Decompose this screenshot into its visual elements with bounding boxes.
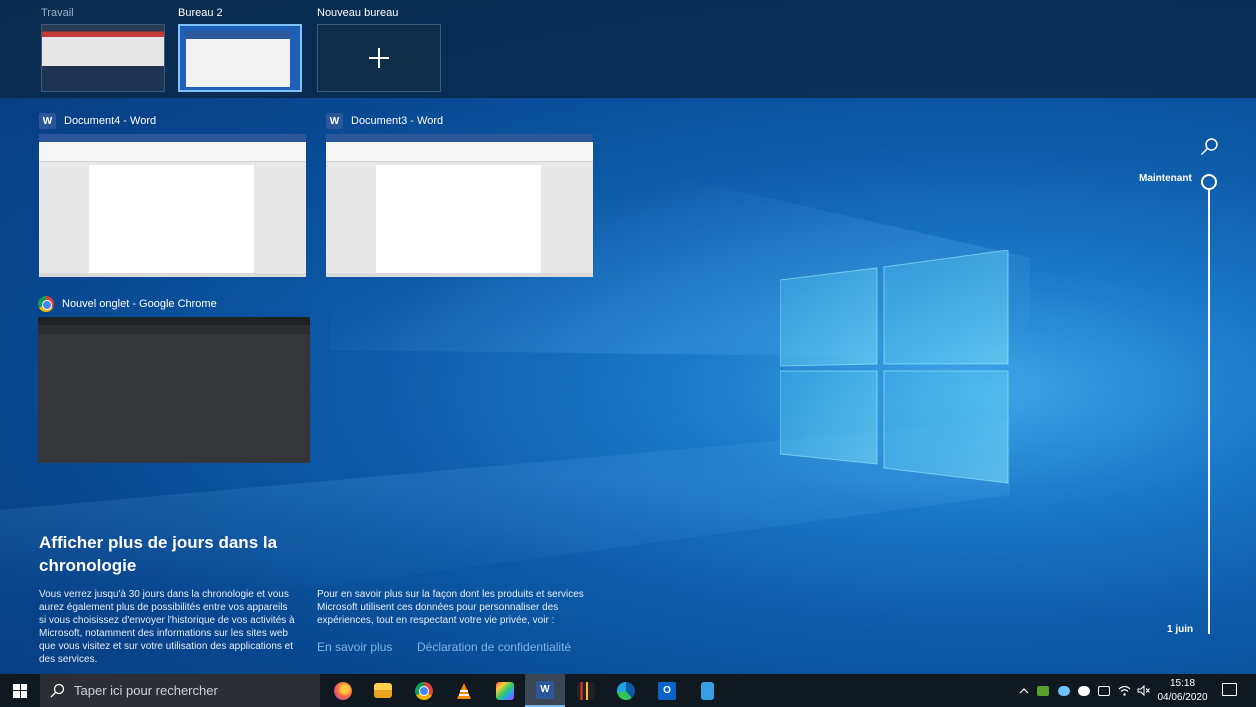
windows-logo-wallpaper bbox=[780, 250, 1009, 484]
photos-icon bbox=[496, 681, 514, 700]
search-icon[interactable] bbox=[1200, 137, 1219, 156]
window-thumbnail[interactable] bbox=[39, 134, 306, 277]
desktop-thumbnail[interactable] bbox=[41, 24, 165, 92]
window-title: Nouvel onglet - Google Chrome bbox=[62, 298, 217, 310]
taskbar-word[interactable]: W bbox=[525, 674, 565, 707]
taskbar-chrome[interactable] bbox=[404, 674, 444, 707]
promo-title: Afficher plus de jours dans la chronolog… bbox=[39, 533, 278, 575]
taskbar-firefox[interactable] bbox=[323, 674, 363, 707]
desktop-label: Travail bbox=[41, 7, 74, 19]
window-title: Document4 - Word bbox=[64, 115, 157, 127]
new-desktop-button[interactable] bbox=[317, 24, 441, 92]
timeline-now-label: Maintenant bbox=[1139, 173, 1192, 184]
chrome-icon bbox=[38, 296, 54, 312]
notification-center-icon[interactable] bbox=[1222, 683, 1237, 696]
tray-onedrive[interactable] bbox=[1075, 674, 1093, 707]
window-thumbnail[interactable] bbox=[38, 317, 310, 463]
windows-start-icon bbox=[13, 683, 27, 698]
word-icon: W bbox=[536, 680, 554, 699]
promo-description: Vous verrez jusqu'à 30 jours dans la chr… bbox=[39, 589, 295, 665]
taskbar-clock[interactable]: 15:18 04/06/2020 bbox=[1150, 677, 1215, 705]
taskbar-photos[interactable] bbox=[485, 674, 525, 707]
window-chrome[interactable]: Nouvel onglet - Google Chrome bbox=[38, 296, 310, 463]
window-title: Document3 - Word bbox=[351, 115, 444, 127]
start-button[interactable] bbox=[0, 674, 40, 707]
taskbar-edge[interactable] bbox=[606, 674, 646, 707]
chevron-up-icon bbox=[1019, 687, 1029, 693]
tray-app[interactable] bbox=[1034, 674, 1052, 707]
desktop-label: Bureau 2 bbox=[178, 7, 223, 19]
search-placeholder: Taper ici pour rechercher bbox=[74, 683, 218, 698]
taskbar-vlc[interactable] bbox=[444, 674, 484, 707]
taskbar-search-box[interactable]: Taper ici pour rechercher bbox=[40, 674, 320, 707]
new-desktop[interactable]: Nouveau bureau bbox=[317, 7, 441, 92]
desktop-travail[interactable]: Travail bbox=[41, 7, 165, 92]
taskbar-outlook[interactable]: O bbox=[647, 674, 687, 707]
virtual-desktops-bar: Travail Bureau 2 Nouveau bureau bbox=[0, 0, 1256, 98]
cloud-icon bbox=[1058, 685, 1070, 696]
show-hidden-icons-button[interactable] bbox=[1016, 674, 1032, 707]
vlc-icon bbox=[457, 682, 471, 699]
tray-network[interactable] bbox=[1115, 674, 1133, 707]
timeline-scrubber-handle[interactable] bbox=[1201, 174, 1217, 190]
timeline-date-label: 1 juin bbox=[1167, 624, 1194, 635]
battery-icon bbox=[1098, 685, 1110, 696]
tray-battery[interactable] bbox=[1095, 674, 1113, 707]
firefox-icon bbox=[334, 681, 352, 700]
window-thumbnail[interactable] bbox=[326, 134, 593, 277]
word-icon: W bbox=[326, 113, 343, 129]
word-icon: W bbox=[39, 113, 56, 129]
taskbar-notepad[interactable] bbox=[687, 674, 727, 707]
taskbar: Taper ici pour rechercher W O 15:18 04/0… bbox=[0, 674, 1256, 707]
desktop-thumbnail[interactable] bbox=[178, 24, 302, 92]
desktop-bureau-2[interactable]: Bureau 2 bbox=[178, 7, 302, 92]
wifi-icon bbox=[1118, 685, 1130, 696]
plus-icon bbox=[369, 48, 389, 68]
tray-cloud[interactable] bbox=[1055, 674, 1073, 707]
window-document4-word[interactable]: W Document4 - Word bbox=[39, 113, 306, 277]
learn-more-link[interactable]: En savoir plus bbox=[317, 640, 392, 654]
notepad-icon bbox=[700, 681, 714, 700]
edge-icon bbox=[617, 681, 635, 700]
taskbar-file-explorer[interactable] bbox=[363, 674, 403, 707]
desktop-label: Nouveau bureau bbox=[317, 7, 399, 19]
volume-muted-icon bbox=[1137, 685, 1150, 696]
file-explorer-icon bbox=[374, 683, 392, 698]
taskbar-audio-app[interactable] bbox=[566, 674, 606, 707]
onedrive-icon bbox=[1078, 685, 1090, 696]
privacy-description: Pour en savoir plus sur la façon dont le… bbox=[317, 589, 584, 626]
search-icon bbox=[50, 683, 65, 698]
privacy-statement-link[interactable]: Déclaration de confidentialité bbox=[417, 640, 571, 654]
timeline-scrollbar[interactable] bbox=[1208, 190, 1210, 634]
clock-time: 15:18 bbox=[1169, 678, 1196, 689]
audio-app-icon bbox=[577, 681, 595, 700]
window-document3-word[interactable]: W Document3 - Word bbox=[326, 113, 593, 277]
clock-date: 04/06/2020 bbox=[1157, 692, 1208, 703]
outlook-icon: O bbox=[658, 681, 676, 700]
chrome-icon bbox=[415, 681, 433, 700]
tray-app-icon bbox=[1037, 685, 1049, 696]
